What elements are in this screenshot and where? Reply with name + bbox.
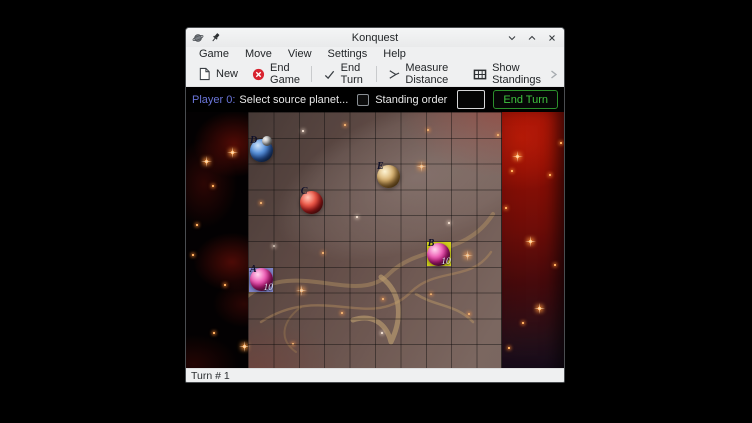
- planet-name-label: B: [428, 239, 435, 249]
- star-sparkle: [516, 155, 519, 158]
- show-standings-icon: [473, 68, 487, 81]
- star-sparkle: [224, 284, 226, 286]
- star-sparkle: [560, 142, 562, 144]
- planet-ship-count: 10: [264, 284, 274, 294]
- star-sparkle: [231, 151, 234, 154]
- measure-distance-icon: [387, 68, 400, 81]
- star-sparkle: [554, 264, 556, 266]
- star-sparkle: [511, 170, 513, 172]
- end-turn-action-button[interactable]: End Turn: [493, 90, 558, 109]
- star-sparkle: [192, 254, 194, 256]
- end-game-button[interactable]: End Game: [245, 59, 307, 89]
- planet-cell-c[interactable]: C: [300, 190, 324, 214]
- standing-order-checkbox[interactable]: [357, 94, 369, 106]
- toolbar-button-label: New: [216, 68, 238, 80]
- turn-counter: Turn # 1: [191, 370, 230, 382]
- show-standings-button[interactable]: Show Standings: [466, 59, 548, 89]
- standing-order-label: Standing order: [375, 94, 447, 106]
- planet-name-label: E: [377, 162, 384, 172]
- end-game-icon: [252, 68, 265, 81]
- konquest-window: Konquest Game Move View Settings Help: [185, 27, 565, 383]
- planet-cell-a[interactable]: A 10: [249, 268, 273, 292]
- new-button[interactable]: New: [191, 64, 245, 84]
- statusbar: Turn # 1: [186, 368, 564, 382]
- star-sparkle: [196, 224, 198, 226]
- planet-cell-b[interactable]: B 10: [427, 242, 451, 266]
- konquest-app-icon: [192, 32, 204, 44]
- star-sparkle: [243, 345, 246, 348]
- space-right: [502, 112, 564, 368]
- star-sparkle: [538, 307, 541, 310]
- star-sparkle: [213, 332, 215, 334]
- player-label: Player 0:: [192, 94, 235, 106]
- star-sparkle: [549, 174, 551, 176]
- planet-layer: D E C B 10 A 10: [248, 112, 502, 368]
- measure-distance-button[interactable]: Measure Distance: [380, 59, 466, 89]
- end-turn-check-icon: [323, 68, 336, 81]
- star-sparkle: [505, 207, 507, 209]
- toolbar-button-label: End Game: [270, 62, 300, 86]
- toolbar-button-label: Measure Distance: [405, 62, 459, 86]
- maximize-button[interactable]: [526, 32, 538, 44]
- pin-icon[interactable]: [210, 32, 221, 43]
- toolbar-overflow-chevron-right-icon[interactable]: [548, 69, 559, 80]
- star-sparkle: [508, 347, 510, 349]
- planet-cell-d[interactable]: D: [249, 139, 273, 163]
- toolbar-button-label: End Turn: [341, 62, 365, 86]
- planet-ship-count: 10: [441, 258, 451, 268]
- space-left: [186, 112, 248, 368]
- minimize-button[interactable]: [506, 32, 518, 44]
- window-title: Konquest: [282, 32, 468, 44]
- toolbar-button-label: Show Standings: [492, 62, 541, 86]
- message-bar: Player 0: Select source planet... Standi…: [186, 87, 564, 112]
- planet-name-label: C: [301, 187, 308, 197]
- toolbar: New End Game End Turn: [186, 62, 564, 87]
- close-button[interactable]: [546, 32, 558, 44]
- menu-game[interactable]: Game: [192, 47, 236, 62]
- planet-cell-e[interactable]: E: [376, 165, 400, 189]
- toolbar-separator: [376, 66, 377, 82]
- star-sparkle: [529, 240, 532, 243]
- status-message: Select source planet...: [239, 94, 348, 106]
- new-document-icon: [198, 67, 211, 81]
- moon: [262, 136, 272, 146]
- desktop-background: Konquest Game Move View Settings Help: [0, 0, 752, 423]
- titlebar[interactable]: Konquest: [186, 28, 564, 47]
- planet-name-label: A: [250, 265, 257, 275]
- game-board[interactable]: D E C B 10 A 10: [186, 112, 564, 368]
- star-sparkle: [522, 322, 524, 324]
- star-sparkle: [205, 160, 208, 163]
- planet-name-label: D: [250, 136, 257, 146]
- end-turn-button[interactable]: End Turn: [316, 59, 372, 89]
- toolbar-separator: [311, 66, 312, 82]
- ship-count-input[interactable]: [457, 90, 485, 109]
- star-sparkle: [212, 185, 214, 187]
